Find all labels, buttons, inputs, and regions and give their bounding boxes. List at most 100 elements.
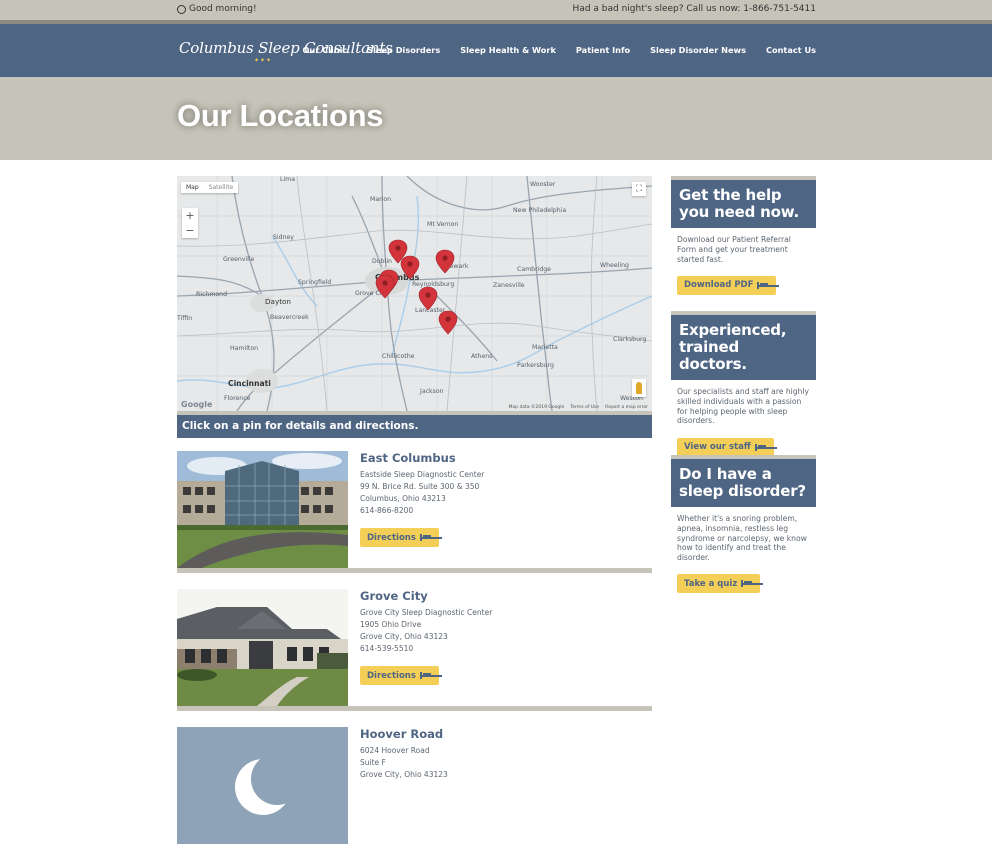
location-card-east-columbus: East Columbus Eastside Sleep Diagnostic …: [177, 451, 652, 573]
page-title: Our Locations: [177, 98, 384, 133]
svg-text:Springfield: Springfield: [298, 279, 331, 286]
fullscreen-icon[interactable]: ⛶: [632, 182, 646, 196]
svg-text:Wooster: Wooster: [530, 181, 556, 188]
map-credits: Map data ©2019 Google Terms of Use Repor…: [509, 405, 648, 410]
sidebar-card-text: Download our Patient Referral Form and g…: [677, 235, 791, 264]
greeting-text: Good morning!: [189, 4, 257, 14]
divider: [177, 568, 652, 573]
location-card-grove-city: Grove City Grove City Sleep Diagnostic C…: [177, 589, 652, 711]
location-address: 1905 Ohio Drive: [360, 620, 422, 629]
location-address: 99 N. Brice Rd. Suite 300 & 350: [360, 482, 480, 491]
divider: [177, 706, 652, 711]
location-photo-placeholder: [177, 727, 348, 844]
svg-text:Lancaster: Lancaster: [415, 307, 446, 314]
svg-text:Mt Vernon: Mt Vernon: [427, 221, 458, 228]
svg-text:Cincinnati: Cincinnati: [228, 379, 271, 388]
svg-text:Greenville: Greenville: [223, 256, 255, 263]
sidebar-card-title: Get the help you need now.: [671, 180, 816, 228]
download-pdf-button[interactable]: Download PDF: [677, 275, 777, 295]
zoom-out-button[interactable]: −: [182, 223, 198, 238]
svg-text:Florence: Florence: [224, 395, 251, 402]
svg-text:New Philadelphia: New Philadelphia: [513, 207, 566, 214]
main-navigation: Columbus Sleep Consultants ✦✦✦ Our Clini…: [0, 24, 992, 77]
street-view-pegman-icon[interactable]: [632, 379, 646, 397]
svg-text:Cambridge: Cambridge: [517, 266, 551, 273]
map-type-toggle: Map Satellite: [181, 182, 239, 193]
svg-text:Hamilton: Hamilton: [230, 345, 258, 352]
nav-sleep-disorder-news[interactable]: Sleep Disorder News: [650, 45, 746, 55]
map-type-satellite-button[interactable]: Satellite: [204, 182, 239, 193]
svg-text:Chillicothe: Chillicothe: [382, 353, 415, 360]
bed-icon: [741, 580, 754, 588]
location-center: Grove City Sleep Diagnostic Center: [360, 608, 493, 617]
map-type-map-button[interactable]: Map: [181, 182, 204, 193]
svg-text:Zanesville: Zanesville: [493, 282, 525, 289]
bed-icon: [419, 672, 432, 679]
svg-text:Dublin: Dublin: [372, 258, 392, 265]
map-caption: Click on a pin for details and direction…: [182, 420, 419, 432]
directions-label: Directions: [367, 670, 416, 681]
svg-text:Wheeling: Wheeling: [600, 262, 629, 269]
directions-button[interactable]: Directions: [360, 666, 439, 685]
sidebar-card-help: Get the help you need now. Download our …: [671, 176, 816, 295]
location-phone[interactable]: 614-539-5510: [360, 644, 413, 653]
svg-text:Tiffin: Tiffin: [177, 315, 192, 322]
svg-text:Marion: Marion: [370, 196, 391, 203]
map-canvas[interactable]: Lima Marion Mt Vernon New Philadelphia S…: [177, 176, 652, 411]
location-phone[interactable]: 614-866-8200: [360, 506, 413, 515]
nav-sleep-health-work[interactable]: Sleep Health & Work: [460, 45, 556, 55]
directions-button[interactable]: Directions: [360, 528, 439, 547]
view-staff-button[interactable]: View our staff: [677, 437, 774, 457]
svg-text:Richmond: Richmond: [196, 291, 227, 298]
zoom-control: + −: [182, 208, 198, 238]
location-card-hoover-road: Hoover Road 6024 Hoover Road Suite F Gro…: [177, 727, 652, 849]
location-photo: [177, 589, 348, 706]
sidebar-card-title: Do I have a sleep disorder?: [671, 459, 816, 507]
nav-patient-info[interactable]: Patient Info: [576, 45, 630, 55]
svg-text:Reynoldsburg: Reynoldsburg: [412, 281, 454, 288]
map-pin[interactable]: [438, 310, 458, 335]
location-city: Grove City, Ohio 43123: [360, 632, 448, 641]
terms-of-use-link[interactable]: Terms of Use: [570, 405, 599, 410]
location-address: 6024 Hoover Road: [360, 746, 430, 755]
location-suite: Suite F: [360, 758, 386, 767]
location-photo: [177, 451, 348, 568]
svg-text:Athens: Athens: [471, 353, 492, 360]
nav-contact-us[interactable]: Contact Us: [766, 45, 816, 55]
svg-text:Jackson: Jackson: [419, 388, 444, 395]
bed-icon: [419, 534, 432, 541]
sidebar-card-text: Whether it's a snoring problem, apnea, i…: [677, 514, 807, 563]
sidebar-card-title: Experienced, trained doctors.: [671, 315, 816, 380]
location-name: Grove City: [360, 589, 428, 603]
download-pdf-label: Download PDF: [684, 280, 754, 291]
location-name: East Columbus: [360, 451, 456, 465]
sidebar-card-doctors: Experienced, trained doctors. Our specia…: [671, 311, 816, 457]
location-name: Hoover Road: [360, 727, 444, 741]
location-center: Eastside Sleep Diagnostic Center: [360, 470, 485, 479]
page-hero: Our Locations: [0, 77, 992, 160]
greeting: Good morning!: [177, 4, 257, 14]
sun-icon: [177, 4, 186, 14]
call-us-text: Had a bad night's sleep? Call us now: 1-…: [572, 4, 816, 14]
locations-map[interactable]: Lima Marion Mt Vernon New Philadelphia S…: [177, 176, 652, 411]
bed-icon: [754, 443, 767, 451]
bed-icon: [757, 281, 770, 289]
map-caption-bar: Click on a pin for details and direction…: [177, 415, 652, 438]
sidebar-card-quiz: Do I have a sleep disorder? Whether it's…: [671, 455, 816, 594]
google-logo: Google: [181, 400, 213, 409]
directions-label: Directions: [367, 532, 416, 543]
svg-text:Parkersburg: Parkersburg: [517, 362, 554, 369]
svg-text:Sidney: Sidney: [273, 234, 294, 241]
nav-our-clinic[interactable]: Our Clinic: [302, 45, 347, 55]
nav-sleep-disorders[interactable]: Sleep Disorders: [367, 45, 440, 55]
svg-text:Marietta: Marietta: [532, 344, 558, 351]
take-quiz-label: Take a quiz: [684, 578, 738, 589]
report-map-error-link[interactable]: Report a map error: [605, 405, 648, 410]
take-quiz-button[interactable]: Take a quiz: [677, 574, 761, 594]
map-data-credit: Map data ©2019 Google: [508, 405, 565, 410]
svg-text:Clarksburg: Clarksburg: [613, 336, 646, 343]
sidebar-card-text: Our specialists and staff are highly ski…: [677, 387, 810, 426]
menu: Our Clinic Sleep Disorders Sleep Health …: [302, 45, 816, 55]
zoom-in-button[interactable]: +: [182, 208, 198, 223]
top-bar: Good morning! Had a bad night's sleep? C…: [0, 0, 992, 20]
